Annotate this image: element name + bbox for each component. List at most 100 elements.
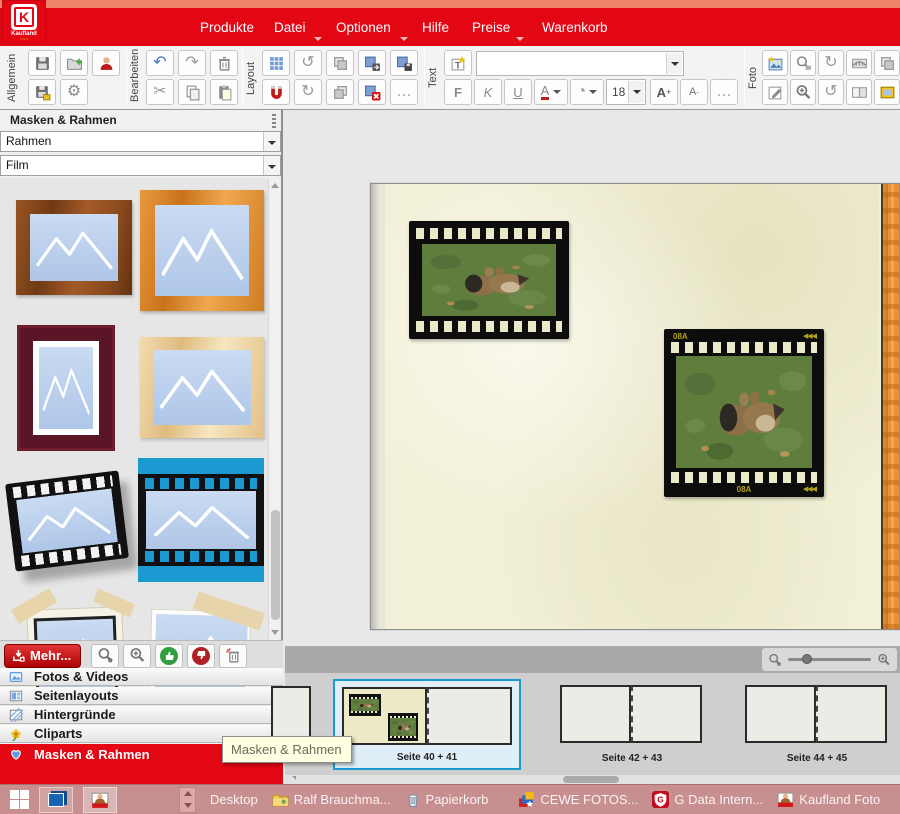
fill-color-button[interactable]: ◔ [570,79,604,105]
book-spread-button[interactable] [846,79,872,105]
underline-button[interactable]: U [504,79,532,105]
bring-forward-button[interactable] [326,50,354,76]
frame-thumb-maroon[interactable] [17,325,115,451]
taskbar-spinner[interactable] [179,787,196,813]
font-size-select[interactable]: 18 [606,79,646,105]
filmstrip-scrollbar-thumb[interactable] [563,776,619,783]
photo-rotate-left-button[interactable]: ↺ [818,79,844,105]
subcategory-select[interactable]: Film [0,155,281,176]
frame-thumb-light-wood[interactable] [140,337,264,438]
font-color-button[interactable]: A [534,79,568,105]
undo-button[interactable]: ↶ [146,50,174,76]
taskbar-folder-ralf[interactable]: Ralf Brauchma... [272,791,391,808]
photobook-page[interactable]: 08A ◀◀◀ 08A ◀◀◀ [370,183,900,630]
sidebar-item-seitenlayouts[interactable]: Seitenlayouts [0,687,283,705]
photo-film-frame-2[interactable]: 08A ◀◀◀ 08A ◀◀◀ [664,329,824,497]
frame-thumb-orange-wood[interactable] [140,190,264,311]
font-family-dropdown-arrow[interactable] [666,53,682,74]
category-select-arrow[interactable] [263,132,280,151]
font-smaller-button[interactable]: A- [680,79,708,105]
delete-button[interactable] [210,50,238,76]
font-size-dropdown-arrow[interactable] [628,81,644,103]
add-photo-button[interactable] [762,50,788,76]
zoom-slider-knob[interactable] [802,654,812,664]
font-bigger-button[interactable]: A+ [650,79,678,105]
bold-button[interactable]: F [444,79,472,105]
rotate-left-button[interactable]: ↺ [294,50,322,76]
panel-scrollbar[interactable] [268,178,281,640]
trash-red-icon [225,647,242,664]
spread-40-41[interactable]: Seite 40 + 41 [333,679,521,770]
add-text-button[interactable] [444,50,472,76]
zoom-out-icon[interactable] [768,653,782,667]
category-select[interactable]: Rahmen [0,131,281,152]
grid-button[interactable] [262,50,290,76]
scroll-down-icon[interactable] [271,630,279,635]
menu-produkte[interactable]: Produkte [196,20,258,35]
frame-thumb-dark-wood[interactable] [16,200,132,295]
save-layout-button[interactable] [390,50,418,76]
panel-scrollbar-thumb[interactable] [271,510,280,620]
menu-warenkorb[interactable]: Warenkorb [538,20,612,35]
zoom-in-icon[interactable] [877,653,891,667]
panorama-button[interactable] [846,50,872,76]
send-back-button[interactable] [326,79,354,105]
menu-datei[interactable]: Datei [270,20,310,35]
backgrounds-icon [8,708,24,722]
text-more-button[interactable]: … [710,79,738,105]
dislike-button[interactable] [187,644,215,668]
remove-content-button[interactable] [219,644,247,668]
rotate-right-button[interactable]: ↻ [294,79,322,105]
menu-hilfe[interactable]: Hilfe [418,20,453,35]
right-page-edge[interactable] [881,184,899,629]
apply-layout-button[interactable] [358,50,386,76]
settings-button[interactable]: ⚙ [60,79,88,105]
sidebar-item-hintergruende[interactable]: Hintergründe [0,706,283,724]
zoom-in-thumbs-button[interactable] [123,644,151,668]
delete-layout-button[interactable] [358,79,386,105]
photo-layers-button[interactable] [874,50,900,76]
scroll-up-icon[interactable] [271,183,279,188]
like-button[interactable] [155,644,183,668]
photo-zoom-button[interactable] [790,79,816,105]
subcategory-select-arrow[interactable] [263,156,280,175]
photo-frame-button[interactable] [874,79,900,105]
paste-button[interactable] [210,79,238,105]
menu-preise[interactable]: Preise [468,20,514,35]
italic-button[interactable]: K [474,79,502,105]
save-button[interactable] [28,50,56,76]
open-button[interactable] [60,50,88,76]
save-as-button[interactable] [28,79,56,105]
layout-more-button[interactable]: … [390,79,418,105]
panel-grip[interactable] [272,114,276,128]
editor-canvas[interactable]: 08A ◀◀◀ 08A ◀◀◀ [285,110,900,646]
assistant-button[interactable] [92,50,120,76]
start-button[interactable] [10,790,29,809]
photo-search-button[interactable] [790,50,816,76]
photo-film-frame-1[interactable] [409,221,569,339]
fotowelt-app-button[interactable] [83,787,117,813]
taskbar-desktop[interactable]: Desktop [210,792,258,807]
redo-button[interactable]: ↷ [178,50,206,76]
menu-optionen[interactable]: Optionen [332,20,395,35]
more-content-button[interactable]: Mehr... [4,644,81,668]
zoom-out-thumbs-button[interactable] [91,644,119,668]
photo-edit-button[interactable] [762,79,788,105]
sidebar-item-fotos-videos[interactable]: Fotos & Videos [0,668,283,686]
font-family-select[interactable] [476,51,684,76]
photo-rotate-right-button[interactable]: ↻ [818,50,844,76]
taskbar-papierkorb[interactable]: Papierkorb [405,792,489,808]
pencil-icon [767,84,784,101]
filmstrip-scrollbar[interactable] [285,775,900,784]
taskbar-cewe[interactable]: CEWE FOTOS... [518,791,638,808]
scroll-left-icon[interactable] [288,776,296,780]
snap-magnet-button[interactable] [262,79,290,105]
task-view-button[interactable] [39,787,73,813]
taskbar-gdata[interactable]: G Data Intern... [652,791,763,808]
zoom-slider[interactable] [788,658,871,661]
frame-thumb-film-tilted[interactable] [6,465,130,583]
taskbar-kaufland-foto[interactable]: Kaufland Foto [777,791,880,808]
cut-button[interactable]: ✂ [146,79,174,105]
copy-button[interactable] [178,79,206,105]
frame-thumb-film-selected[interactable] [138,458,264,582]
